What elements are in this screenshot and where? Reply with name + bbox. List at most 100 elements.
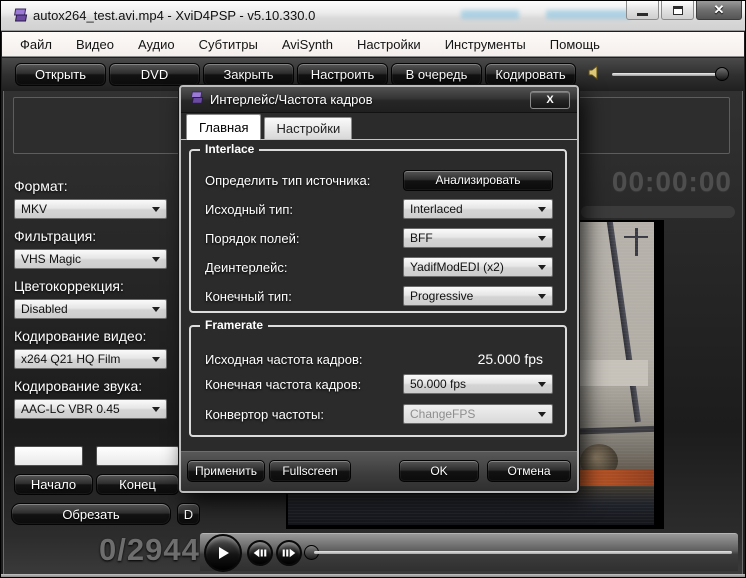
field-order-label: Порядок полей: <box>205 231 300 246</box>
tab-settings[interactable]: Настройки <box>264 117 352 139</box>
maximize-button[interactable] <box>661 1 694 20</box>
menu-tools[interactable]: Инструменты <box>445 37 526 52</box>
chevron-down-icon <box>538 382 546 387</box>
fps-converter-label: Конвертор частоты: <box>205 407 324 422</box>
volume-slider[interactable] <box>612 73 726 76</box>
video-encoding-label: Кодирование видео: <box>14 328 146 344</box>
seek-slider[interactable] <box>314 551 732 554</box>
dialog-titlebar: Интерлейс/Частота кадров X <box>181 87 577 113</box>
field-order-dropdown[interactable]: BFF <box>403 228 553 248</box>
dvd-button[interactable]: DVD <box>109 63 200 86</box>
queue-button[interactable]: В очередь <box>391 63 482 86</box>
apply-button[interactable]: Применить <box>187 460 265 482</box>
deinterlace-dropdown[interactable]: YadifModEDI (x2) <box>403 257 553 277</box>
app-window: autox264_test.avi.mp4 - XviD4PSP - v5.10… <box>0 0 746 578</box>
source-fps-label: Исходная частота кадров: <box>205 352 362 367</box>
next-frame-button[interactable] <box>276 540 302 566</box>
cancel-button[interactable]: Отмена <box>487 460 571 482</box>
chevron-down-icon <box>538 236 546 241</box>
previous-frame-button[interactable] <box>247 540 273 566</box>
source-type-label: Исходный тип: <box>205 202 293 217</box>
minimize-button[interactable] <box>626 1 659 20</box>
dialog-title: Интерлейс/Частота кадров <box>210 92 373 107</box>
color-correction-label: Цветокоррекция: <box>14 278 124 294</box>
target-type-dropdown[interactable]: Progressive <box>403 286 553 306</box>
chevron-down-icon <box>538 294 546 299</box>
fps-converter-dropdown[interactable]: ChangeFPS <box>403 404 553 424</box>
encode-button[interactable]: Кодировать <box>485 63 576 86</box>
menu-settings[interactable]: Настройки <box>357 37 421 52</box>
analyze-button[interactable]: Анализировать <box>403 170 553 191</box>
window-title: autox264_test.avi.mp4 - XviD4PSP - v5.10… <box>33 8 315 23</box>
step-forward-icon <box>282 548 296 558</box>
source-type-dropdown[interactable]: Interlaced <box>403 199 553 219</box>
deinterlace-label: Деинтерлейс: <box>205 260 288 275</box>
close-icon: ✕ <box>714 2 725 18</box>
filtering-dropdown[interactable]: VHS Magic <box>14 249 167 269</box>
preview-top-bar <box>581 206 735 218</box>
time-display: 00:00:00 <box>612 166 732 198</box>
configure-button[interactable]: Настроить <box>297 63 388 86</box>
d-button[interactable]: D <box>177 503 200 525</box>
chevron-down-icon <box>152 407 160 412</box>
close-file-button[interactable]: Закрыть <box>203 63 294 86</box>
target-fps-dropdown[interactable]: 50.000 fps <box>403 374 553 394</box>
maximize-icon <box>673 6 683 15</box>
close-button[interactable]: ✕ <box>696 1 742 20</box>
color-correction-dropdown[interactable]: Disabled <box>14 299 167 319</box>
volume-slider-handle[interactable] <box>715 67 729 81</box>
play-icon <box>216 546 230 560</box>
audio-encoding-label: Кодирование звука: <box>14 378 142 394</box>
menu-bar: Файл Видео Аудио Субтитры AviSynth Настр… <box>2 32 744 57</box>
minimize-icon <box>637 13 648 16</box>
menu-audio[interactable]: Аудио <box>138 37 175 52</box>
menu-video[interactable]: Видео <box>76 37 114 52</box>
dialog-tabs: Главная Настройки <box>181 113 577 140</box>
dialog-close-button[interactable]: X <box>530 91 570 109</box>
interlace-group-title: Interlace <box>200 142 259 156</box>
glass-reflection <box>461 10 519 19</box>
chevron-down-icon <box>538 207 546 212</box>
menu-avisynth[interactable]: AviSynth <box>282 37 333 52</box>
interlace-framerate-dialog: Интерлейс/Частота кадров X Главная Настр… <box>179 85 579 493</box>
antenna-shape <box>624 236 648 238</box>
filtering-label: Фильтрация: <box>14 228 96 244</box>
trim-start-input[interactable] <box>14 446 83 466</box>
detect-source-label: Определить тип источника: <box>205 173 370 188</box>
play-button[interactable] <box>204 534 242 572</box>
tab-main[interactable]: Главная <box>186 114 261 140</box>
window-bottom-edge <box>1 574 745 577</box>
chevron-down-icon <box>152 257 160 262</box>
framerate-group: Framerate Исходная частота кадров: 25.00… <box>189 325 567 437</box>
interlace-group: Interlace Определить тип источника: Анал… <box>189 149 567 313</box>
cut-button[interactable]: Обрезать <box>11 503 171 525</box>
frame-counter: 0/2944 <box>99 532 200 568</box>
chevron-down-icon <box>152 207 160 212</box>
menu-file[interactable]: Файл <box>20 37 52 52</box>
chevron-down-icon <box>538 265 546 270</box>
video-encoding-dropdown[interactable]: x264 Q21 HQ Film <box>14 349 167 369</box>
dialog-icon <box>188 90 204 109</box>
window-titlebar: autox264_test.avi.mp4 - XviD4PSP - v5.10… <box>1 1 745 31</box>
trim-end-input[interactable] <box>96 446 179 466</box>
source-fps-value: 25.000 fps <box>478 351 543 367</box>
antenna-shape <box>635 228 638 256</box>
menu-help[interactable]: Помощь <box>550 37 600 52</box>
menu-subtitles[interactable]: Субтитры <box>199 37 258 52</box>
speaker-icon[interactable] <box>588 65 603 85</box>
open-button[interactable]: Открыть <box>15 63 106 86</box>
format-label: Формат: <box>14 178 68 194</box>
trim-end-button[interactable]: Конец <box>96 474 179 495</box>
fullscreen-button[interactable]: Fullscreen <box>269 460 351 482</box>
chevron-down-icon <box>152 357 160 362</box>
ok-button[interactable]: OK <box>399 460 479 482</box>
winch-drum-shape <box>580 444 618 478</box>
dialog-footer: Применить Fullscreen OK Отмена <box>181 451 577 491</box>
audio-encoding-dropdown[interactable]: AAC-LC VBR 0.45 <box>14 399 167 419</box>
target-fps-label: Конечная частота кадров: <box>205 377 361 392</box>
chevron-down-icon <box>538 412 546 417</box>
trim-start-button[interactable]: Начало <box>14 474 93 495</box>
glass-reflection <box>546 10 630 19</box>
step-back-icon <box>253 548 267 558</box>
format-dropdown[interactable]: MKV <box>14 199 167 219</box>
